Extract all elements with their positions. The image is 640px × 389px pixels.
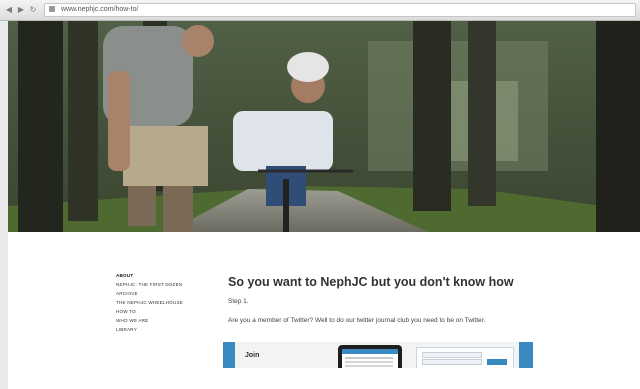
promo-accent-left (223, 342, 235, 368)
nav-item-archive[interactable]: ARCHIVE (116, 291, 198, 297)
phone-header-bar (342, 349, 398, 354)
address-bar[interactable]: www.nephjc.com/how-to/ (44, 3, 636, 17)
signup-button-illustration (487, 359, 507, 365)
promo-accent-right (519, 342, 533, 368)
browser-chrome: ◀ ▶ ↻ www.nephjc.com/how-to/ (0, 0, 640, 21)
phone-illustration (338, 345, 402, 368)
promo-text: Join (245, 352, 260, 359)
url-text: www.nephjc.com/how-to/ (61, 6, 139, 13)
page-icon (49, 6, 55, 12)
back-arrow-icon[interactable]: ◀ (4, 5, 14, 14)
sidebar-nav: ABOUT NEPHJC: THE FIRST DOZEN ARCHIVE TH… (116, 273, 198, 336)
nav-item-library[interactable]: LIBRARY (116, 327, 198, 333)
main-content: So you want to NephJC but you don't know… (228, 274, 548, 327)
forward-arrow-icon[interactable]: ▶ (16, 5, 26, 14)
nav-item-wheelhouse[interactable]: THE NEPHJC WHEELHOUSE (116, 300, 198, 306)
page-title: So you want to NephJC but you don't know… (228, 275, 514, 289)
intro-paragraph: Are you a member of Twitter? Well to do … (228, 317, 486, 324)
web-page: ABOUT NEPHJC: THE FIRST DOZEN ARCHIVE TH… (8, 21, 640, 389)
nav-item-first-dozen[interactable]: NEPHJC: THE FIRST DOZEN (116, 282, 198, 288)
signup-form-illustration (416, 347, 514, 368)
twitter-promo-image: Join (223, 342, 533, 368)
nav-item-who-we-are[interactable]: WHO WE ARE (116, 318, 198, 324)
signup-field (422, 352, 482, 358)
hero-image (8, 21, 640, 232)
nav-item-how-to[interactable]: HOW TO (116, 309, 198, 315)
phone-content-lines (345, 357, 393, 359)
reload-icon[interactable]: ↻ (28, 5, 38, 14)
nav-item-about[interactable]: ABOUT (116, 273, 198, 279)
signup-field (422, 359, 482, 365)
step-heading: Step 1. (228, 298, 249, 305)
phone-screen (342, 349, 398, 368)
